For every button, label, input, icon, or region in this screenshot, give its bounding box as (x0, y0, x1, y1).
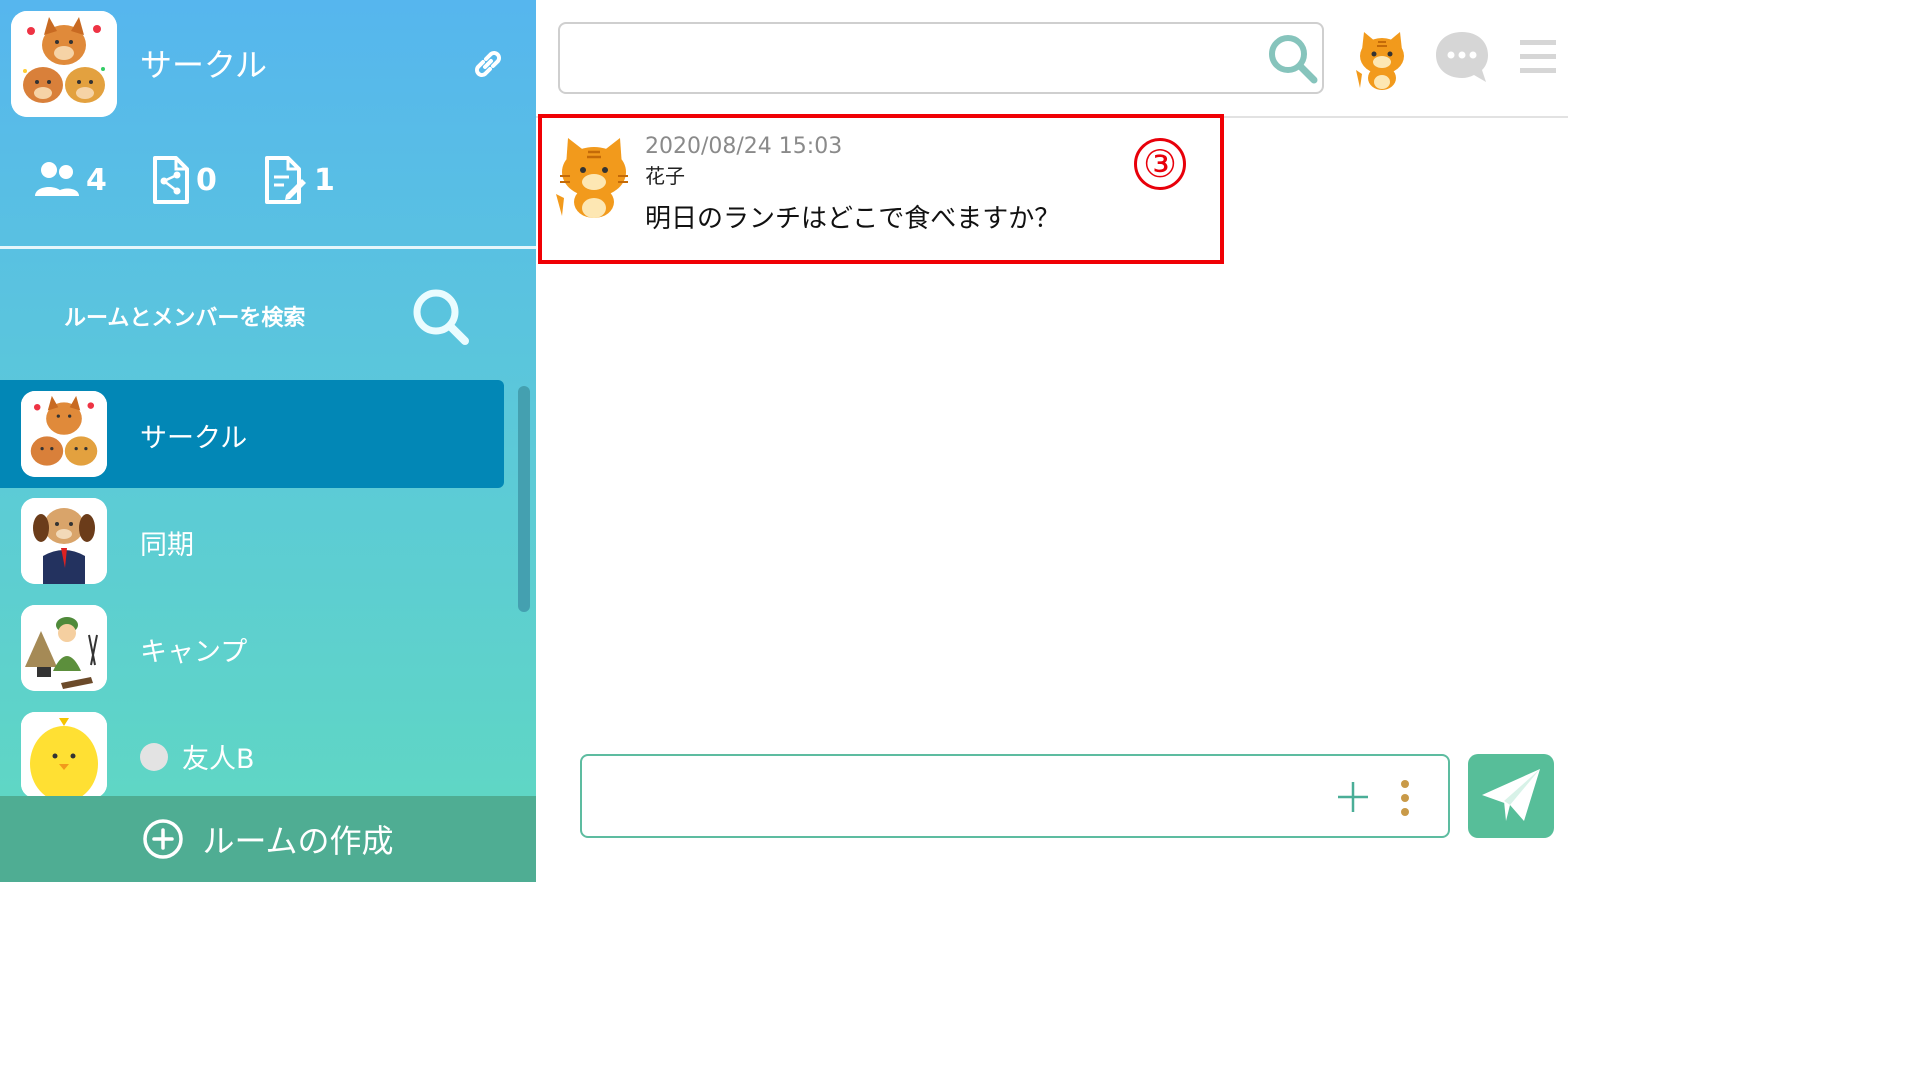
notes-stat[interactable]: 1 (264, 150, 335, 210)
members-icon (35, 162, 79, 196)
message-search-input[interactable] (576, 38, 1260, 80)
annotation-marker: ③ (1134, 138, 1186, 190)
sender-avatar[interactable] (554, 136, 630, 220)
room-member-search-label: ルームとメンバーを検索 (64, 306, 306, 331)
chat-main: 2020/08/24 15:03 花子 明日のランチはどこで食べますか？ ③ (536, 0, 1568, 882)
sidebar: サークル 4 0 1 ルームとメンバーを検索 サークル 同期 キャンプ 友人B … (0, 0, 536, 882)
chick-avatar-illustration (21, 712, 107, 796)
message-timestamp: 2020/08/24 15:03 (645, 134, 843, 159)
message-sender[interactable]: 花子 (645, 160, 685, 189)
send-icon (1482, 769, 1540, 821)
dog-businessman-avatar-illustration (21, 498, 107, 584)
room-item-circle[interactable]: サークル (0, 380, 504, 488)
room-avatar (21, 712, 107, 796)
dogs-group-avatar-illustration (21, 391, 107, 477)
cat-avatar-icon[interactable] (1352, 30, 1408, 90)
plus-icon[interactable] (1336, 780, 1370, 814)
room-avatar (21, 391, 107, 477)
message-search-box[interactable] (558, 22, 1324, 94)
members-stat[interactable]: 4 (34, 150, 107, 210)
room-member-search[interactable]: ルームとメンバーを検索 (0, 280, 536, 350)
create-room-label: ルームの作成 (202, 822, 394, 860)
message-item[interactable]: 2020/08/24 15:03 花子 明日のランチはどこで食べますか？ ③ (538, 114, 1224, 264)
room-name: 友人B (182, 744, 255, 775)
hamburger-menu-icon[interactable] (1520, 38, 1556, 76)
room-list[interactable]: サークル 同期 キャンプ 友人B (0, 380, 536, 796)
send-button[interactable] (1468, 754, 1554, 838)
link-icon[interactable] (470, 46, 506, 82)
room-list-scrollbar[interactable] (518, 386, 530, 612)
more-vertical-icon[interactable] (1398, 778, 1412, 818)
chat-bubble-icon[interactable] (1434, 30, 1490, 84)
create-room-button[interactable]: ルームの作成 (0, 796, 536, 882)
add-circle-icon (143, 819, 184, 859)
notes-count: 1 (314, 162, 335, 198)
group-avatar[interactable] (11, 11, 117, 117)
offline-status-icon (140, 743, 168, 771)
group-stats: 4 0 1 (0, 150, 536, 210)
room-item-friend-b[interactable]: 友人B (0, 701, 504, 796)
group-header: サークル (0, 0, 536, 130)
shared-files-count: 0 (196, 162, 217, 198)
room-avatar (21, 605, 107, 691)
notes-icon (265, 156, 306, 204)
room-avatar (21, 498, 107, 584)
search-icon[interactable] (410, 286, 472, 348)
shared-files-icon (153, 156, 189, 204)
room-name: 同期 (140, 530, 194, 561)
search-icon[interactable] (1266, 32, 1320, 86)
message-text: 明日のランチはどこで食べますか？ (645, 204, 1061, 234)
room-name: サークル (140, 423, 248, 454)
message-input[interactable] (596, 768, 1320, 830)
room-item-camp[interactable]: キャンプ (0, 594, 504, 702)
room-name: キャンプ (140, 637, 248, 668)
group-avatar-illustration (11, 11, 117, 117)
top-bar (536, 0, 1568, 118)
room-item-douki[interactable]: 同期 (0, 487, 504, 595)
group-title: サークル (140, 46, 268, 84)
message-composer[interactable] (580, 754, 1450, 838)
sidebar-divider (0, 246, 536, 249)
shared-files-stat[interactable]: 0 (152, 150, 217, 210)
members-count: 4 (86, 162, 107, 198)
camper-avatar-illustration (21, 605, 107, 691)
